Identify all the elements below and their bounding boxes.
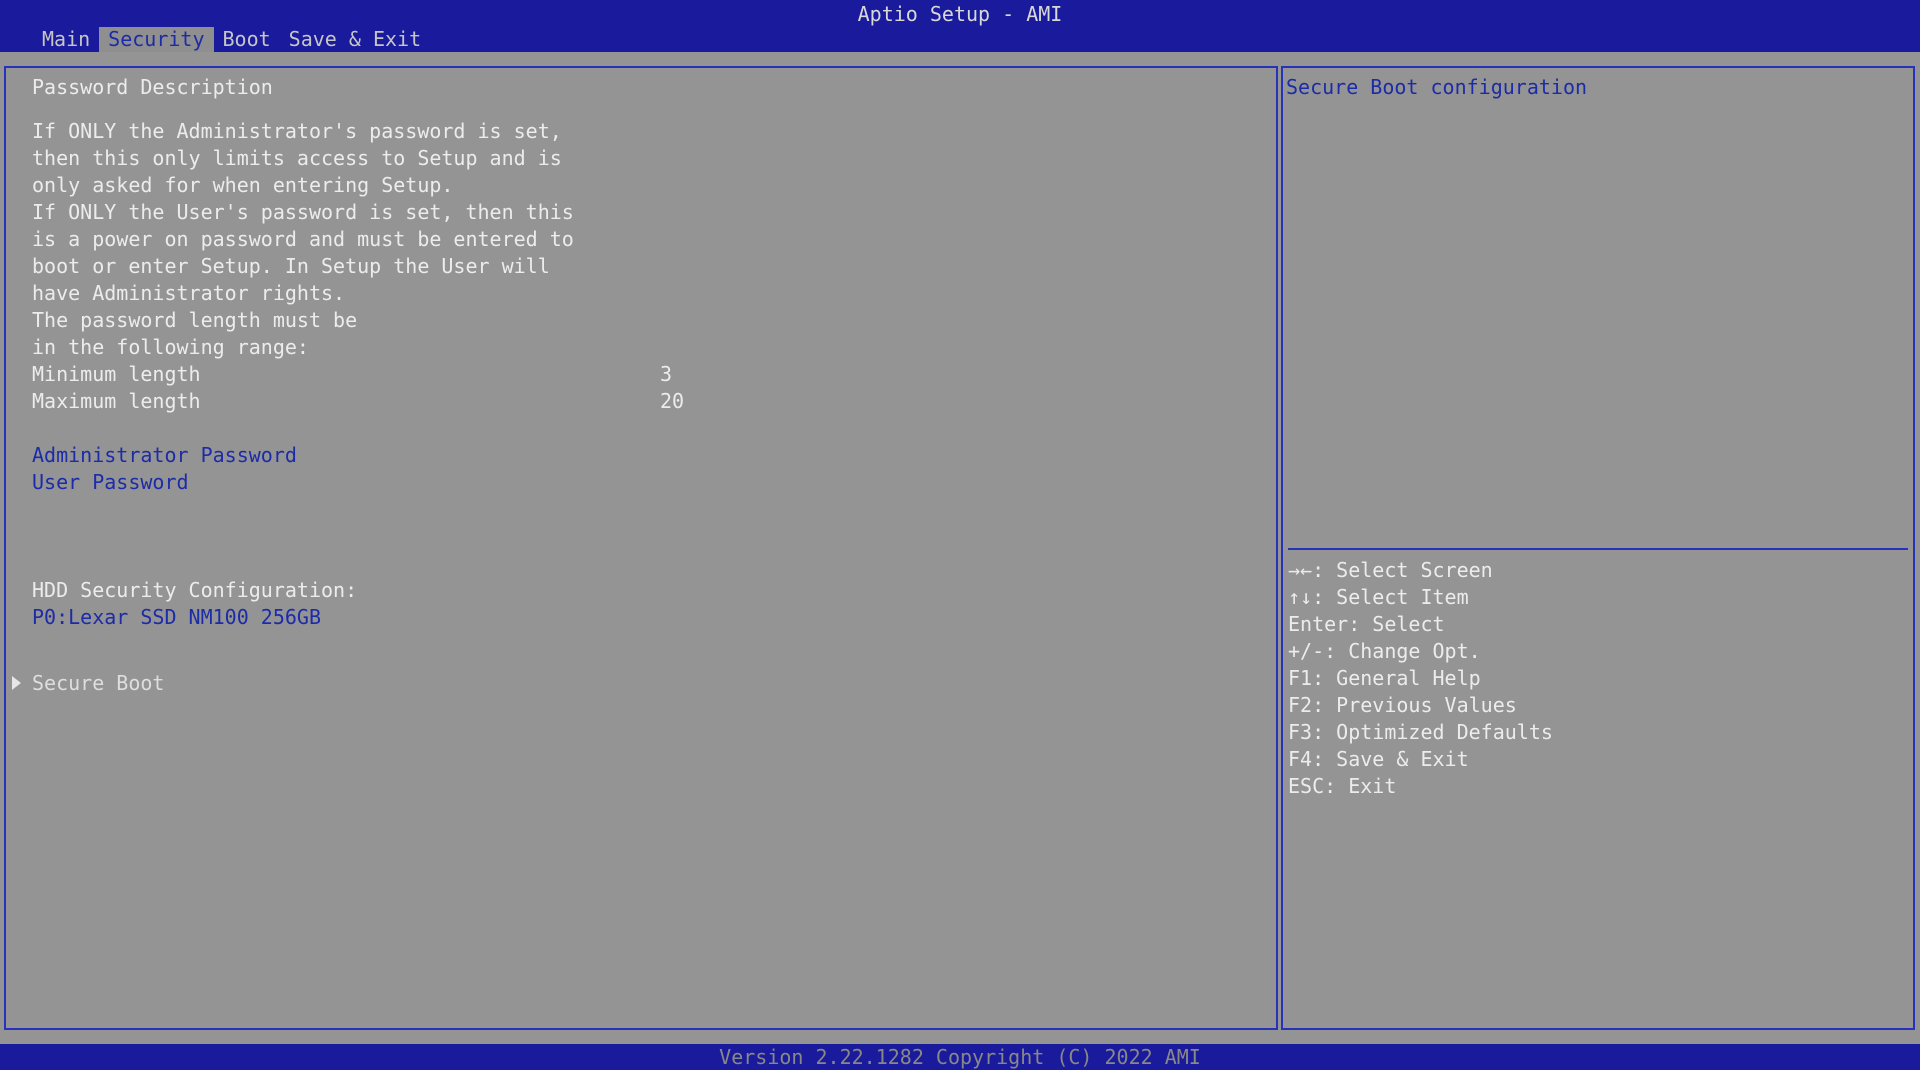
help-description: Secure Boot configuration [1286,75,1588,99]
description-line: have Administrator rights. [32,281,346,305]
description-line: only asked for when entering Setup. [32,173,454,197]
key-hint-save-exit: F4: Save & Exit [1288,747,1469,771]
description-line: in the following range: [32,335,309,359]
description-line: The password length must be [32,308,358,332]
key-hint-change-opt: +/-: Change Opt. [1288,639,1481,663]
description-line: is a power on password and must be enter… [32,227,574,251]
key-hint-optimized-defaults: F3: Optimized Defaults [1288,720,1553,744]
tab-security[interactable]: Security [99,27,214,52]
help-pane: Secure Boot configuration →←: Select Scr… [1281,66,1915,1030]
header-bar: Aptio Setup - AMI Main Security Boot Sav… [0,0,1920,52]
tab-boot[interactable]: Boot [214,27,280,52]
version-text: Version 2.22.1282 Copyright (C) 2022 AMI [719,1045,1201,1069]
description-line: boot or enter Setup. In Setup the User w… [32,254,550,278]
key-hint-previous-values: F2: Previous Values [1288,693,1517,717]
tab-main[interactable]: Main [33,27,99,52]
triangle-right-icon [12,676,21,690]
key-hint-select-screen: →←: Select Screen [1288,558,1493,582]
key-hint-select-item: ↑↓: Select Item [1288,585,1469,609]
description-line: If ONLY the User's password is set, then… [32,200,574,224]
min-length-label: Minimum length [32,362,201,386]
section-heading: Password Description [32,75,273,99]
hdd-device-item[interactable]: P0:Lexar SSD NM100 256GB [32,604,321,631]
app-title: Aptio Setup - AMI [857,2,1063,26]
hdd-config-label: HDD Security Configuration: [32,578,358,602]
user-password-item[interactable]: User Password [32,469,189,496]
tab-save-exit[interactable]: Save & Exit [280,27,430,52]
min-length-value: 3 [660,362,673,386]
secure-boot-item[interactable]: Secure Boot [32,670,164,697]
footer-bar: Version 2.22.1282 Copyright (C) 2022 AMI [0,1044,1920,1070]
settings-pane: Password Description If ONLY the Adminis… [4,66,1278,1030]
max-length-label: Maximum length [32,389,201,413]
key-hint-enter: Enter: Select [1288,612,1445,636]
description-line: then this only limits access to Setup an… [32,146,562,170]
description-line: If ONLY the Administrator's password is … [32,119,562,143]
tab-bar: Main Security Boot Save & Exit [33,27,430,52]
key-hint-esc-exit: ESC: Exit [1288,774,1397,798]
key-hint-general-help: F1: General Help [1288,666,1481,690]
max-length-value: 20 [660,389,685,413]
help-divider [1288,548,1908,550]
administrator-password-item[interactable]: Administrator Password [32,442,297,469]
bios-setup-screen: Aptio Setup - AMI Main Security Boot Sav… [0,0,1920,1070]
